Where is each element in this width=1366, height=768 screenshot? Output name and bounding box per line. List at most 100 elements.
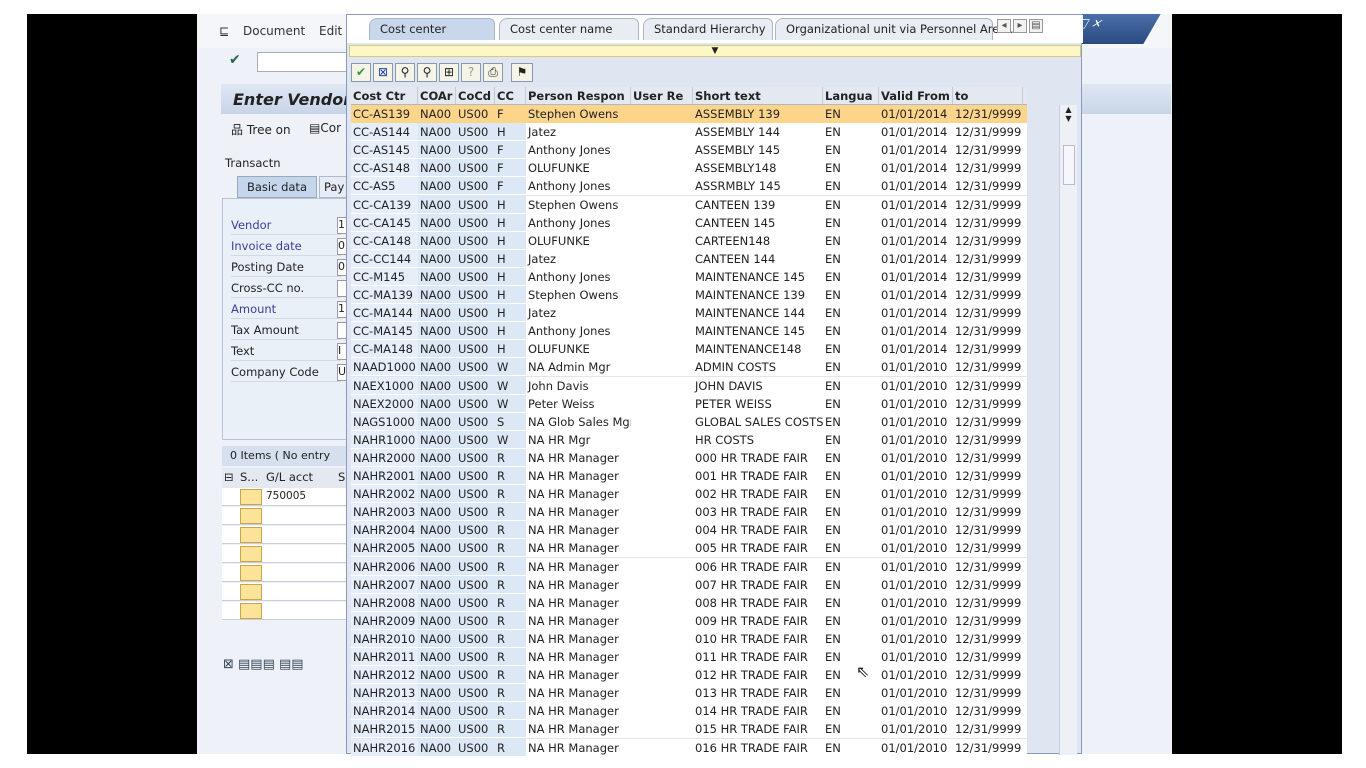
column-header[interactable]: Person Respon [526, 87, 631, 104]
gl-row[interactable] [222, 545, 347, 563]
table-row[interactable]: NAHR2009 NA00 US00 R NA HR Manager 009 HR TRA… [351, 611, 1027, 630]
column-header[interactable]: User Re [631, 87, 693, 104]
column-header[interactable]: Cost Ctr [351, 87, 418, 104]
tab-org-unit[interactable]: Organizational unit via Personnel Area..… [775, 18, 1017, 40]
table-row[interactable]: NAEX2000 NA00 US00 W Peter Weiss PETER WEISS E… [351, 394, 1027, 413]
table-row[interactable]: NAHR2006 NA00 US00 R NA HR Manager 006 HR TRA… [351, 557, 1027, 576]
cell: EN [825, 251, 841, 266]
table-row[interactable]: CC-MA148 NA00 US00 H OLUFUNKE MAINTENANCE148 E… [351, 340, 1027, 359]
tree-on-button[interactable]: 品 Tree on [231, 121, 291, 138]
table-row[interactable]: CC-AS5 NA00 US00 F Anthony Jones ASSRMBLY 145… [351, 177, 1027, 196]
gl-acct-value[interactable]: 750005 [266, 490, 306, 502]
status-cell[interactable] [240, 603, 262, 619]
table-row[interactable]: NAHR2016 NA00 US00 R NA HR Manager 016 HR TRA… [351, 738, 1027, 757]
table-row[interactable]: NAHR2001 NA00 US00 R NA HR Manager 001 HR TRA… [351, 467, 1027, 485]
restrictions-bar[interactable]: ▼ [349, 45, 1081, 57]
menu-edit[interactable]: Edit [319, 24, 342, 38]
gl-row[interactable] [222, 564, 347, 582]
table-row[interactable]: CC-CC144 NA00 US00 H Jatez CANTEEN 144 EN 01/01… [351, 249, 1027, 268]
column-header[interactable]: COAr [418, 87, 456, 104]
menu-document[interactable]: Document [243, 24, 305, 38]
gl-row[interactable] [222, 526, 347, 544]
scroll-up-icon[interactable]: ▲ [1060, 105, 1077, 114]
table-row[interactable]: NAAD1000 NA00 US00 W NA Admin Mgr ADMIN COSTS… [351, 358, 1027, 377]
gl-row[interactable] [222, 507, 347, 525]
print-icon[interactable]: ⎙ [483, 63, 503, 82]
cell: 010 HR TRADE FAIR [695, 631, 808, 646]
column-header[interactable]: Short text [693, 87, 823, 104]
tab-standard-hierarchy[interactable]: Standard Hierarchy [643, 18, 773, 40]
status-cell[interactable] [240, 584, 262, 600]
table-row[interactable]: CC-CA139 NA00 US00 H Stephen Owens CANTEEN 13… [351, 195, 1027, 214]
table-row[interactable]: CC-AS145 NA00 US00 F Anthony Jones ASSEMBLY 1… [351, 141, 1027, 160]
gl-row[interactable]: 750005 [222, 488, 347, 506]
column-header[interactable]: CoCd [456, 87, 495, 104]
tab-list-icon[interactable]: ▤ [1029, 19, 1043, 33]
table-row[interactable]: NAHR2002 NA00 US00 R NA HR Manager 002 HR TRA… [351, 485, 1027, 504]
expand-arrow-icon[interactable]: ▼ [712, 46, 719, 56]
gl-row[interactable] [222, 602, 347, 620]
menu-icon[interactable]: ⊑ [219, 24, 229, 38]
gl-row[interactable] [222, 583, 347, 601]
table-row[interactable]: NAEX1000 NA00 US00 W John Davis JOHN DAVIS EN 0… [351, 376, 1027, 395]
table-row[interactable]: NAHR2015 NA00 US00 R NA HR Manager 015 HR TRA… [351, 720, 1027, 739]
tab-basic-data[interactable]: Basic data [237, 176, 317, 198]
scroll-thumb[interactable] [1063, 145, 1075, 185]
column-header[interactable]: to [953, 87, 1023, 104]
table-row[interactable]: NAGS1000 NA00 US00 S NA Glob Sales Mgr GLOBAL… [351, 412, 1027, 431]
find-next-icon[interactable]: ⚲ [417, 63, 437, 82]
table-row[interactable]: NAHR2005 NA00 US00 R NA HR Manager 005 HR TRA… [351, 539, 1027, 558]
table-row[interactable]: NAHR2004 NA00 US00 R NA HR Manager 004 HR TRA… [351, 521, 1027, 540]
cancel-icon[interactable]: ⊠ [373, 63, 393, 82]
cell: 01/01/2014 [881, 179, 948, 194]
column-header[interactable]: CC [495, 87, 526, 104]
table-row[interactable]: NAHR2010 NA00 US00 R NA HR Manager 010 HR TRA… [351, 629, 1027, 648]
table-row[interactable]: NAHR2008 NA00 US00 R NA HR Manager 008 HR TRA… [351, 593, 1027, 612]
status-cell[interactable] [240, 565, 262, 581]
cell: R [495, 611, 526, 629]
table-row[interactable]: NAHR2012 NA00 US00 R NA HR Manager 012 HR TRA… [351, 666, 1027, 685]
tab-cost-center-name[interactable]: Cost center name [499, 18, 639, 40]
table-row[interactable]: CC-AS139 NA00 US00 F Stephen Owens ASSEMBLY 1… [351, 105, 1027, 123]
tab-cost-center[interactable]: Cost center [369, 18, 495, 40]
help-icon[interactable]: ? [461, 63, 481, 82]
table-row[interactable]: CC-MA145 NA00 US00 H Anthony Jones MAINTENANC… [351, 322, 1027, 341]
table-row[interactable]: CC-MA144 NA00 US00 H Jatez MAINTENANCE 144 EN 0… [351, 304, 1027, 323]
scroll-down-icon[interactable]: ▼ [1060, 114, 1077, 123]
table-row[interactable]: NAHR2014 NA00 US00 R NA HR Manager 014 HR TRA… [351, 702, 1027, 721]
personal-list-icon[interactable]: ⚑ [511, 63, 533, 82]
table-settings-icon[interactable]: ⊟ [224, 470, 234, 484]
table-row[interactable]: CC-MA139 NA00 US00 H Stephen Owens MAINTENANC… [351, 286, 1027, 304]
table-row[interactable]: CC-AS148 NA00 US00 F OLUFUNKE ASSEMBLY148 EN 01… [351, 159, 1027, 178]
find-icon[interactable]: ⚲ [395, 63, 415, 82]
vertical-scrollbar[interactable]: ▲ ▼ [1059, 105, 1077, 755]
tab-left-icon[interactable]: ◂ [997, 19, 1011, 33]
tab-right-icon[interactable]: ▸ [1013, 19, 1027, 33]
cell: NA00 [418, 195, 456, 213]
table-row[interactable]: CC-CA145 NA00 US00 H Anthony Jones CANTEEN 14… [351, 213, 1027, 232]
command-field[interactable] [257, 52, 347, 72]
cor-button[interactable]: ▤Cor [309, 121, 341, 135]
table-row[interactable]: NAHR2007 NA00 US00 R NA HR Manager 007 HR TRA… [351, 575, 1027, 594]
enter-check-icon[interactable]: ✔ [229, 52, 241, 68]
item-toolbar-buttons[interactable]: ⊠ ▤▤▤ ▤▤ [223, 657, 304, 672]
table-row[interactable]: NAHR1000 NA00 US00 W NA HR Mgr HR COSTS EN 01/0… [351, 430, 1027, 449]
status-cell[interactable] [240, 508, 262, 524]
status-cell[interactable] [240, 527, 262, 543]
column-header[interactable]: Langua [823, 87, 879, 104]
tab-payment[interactable]: Pay [319, 176, 349, 198]
column-header[interactable]: Valid From [879, 87, 953, 104]
cell: 01/01/2010 [881, 360, 948, 375]
table-row[interactable]: NAHR2003 NA00 US00 R NA HR Manager 003 HR TRA… [351, 503, 1027, 522]
status-cell[interactable] [240, 546, 262, 562]
check-icon[interactable]: ✔ [351, 63, 371, 82]
cell: 01/01/2010 [881, 686, 948, 701]
table-row[interactable]: CC-M145 NA00 US00 H Anthony Jones MAINTENANCE… [351, 267, 1027, 286]
table-row[interactable]: NAHR2000 NA00 US00 R NA HR Manager 000 HR TRA… [351, 448, 1027, 467]
table-row[interactable]: NAHR2013 NA00 US00 R NA HR Manager 013 HR TRA… [351, 684, 1027, 703]
table-row[interactable]: CC-CA148 NA00 US00 H OLUFUNKE CARTEEN148 EN 01/… [351, 231, 1027, 250]
table-row[interactable]: CC-AS144 NA00 US00 H Jatez ASSEMBLY 144 EN 01/0… [351, 123, 1027, 142]
new-search-icon[interactable]: ⊞ [439, 63, 459, 82]
table-row[interactable]: NAHR2011 NA00 US00 R NA HR Manager 011 HR TRA… [351, 648, 1027, 666]
status-cell[interactable] [240, 489, 262, 505]
